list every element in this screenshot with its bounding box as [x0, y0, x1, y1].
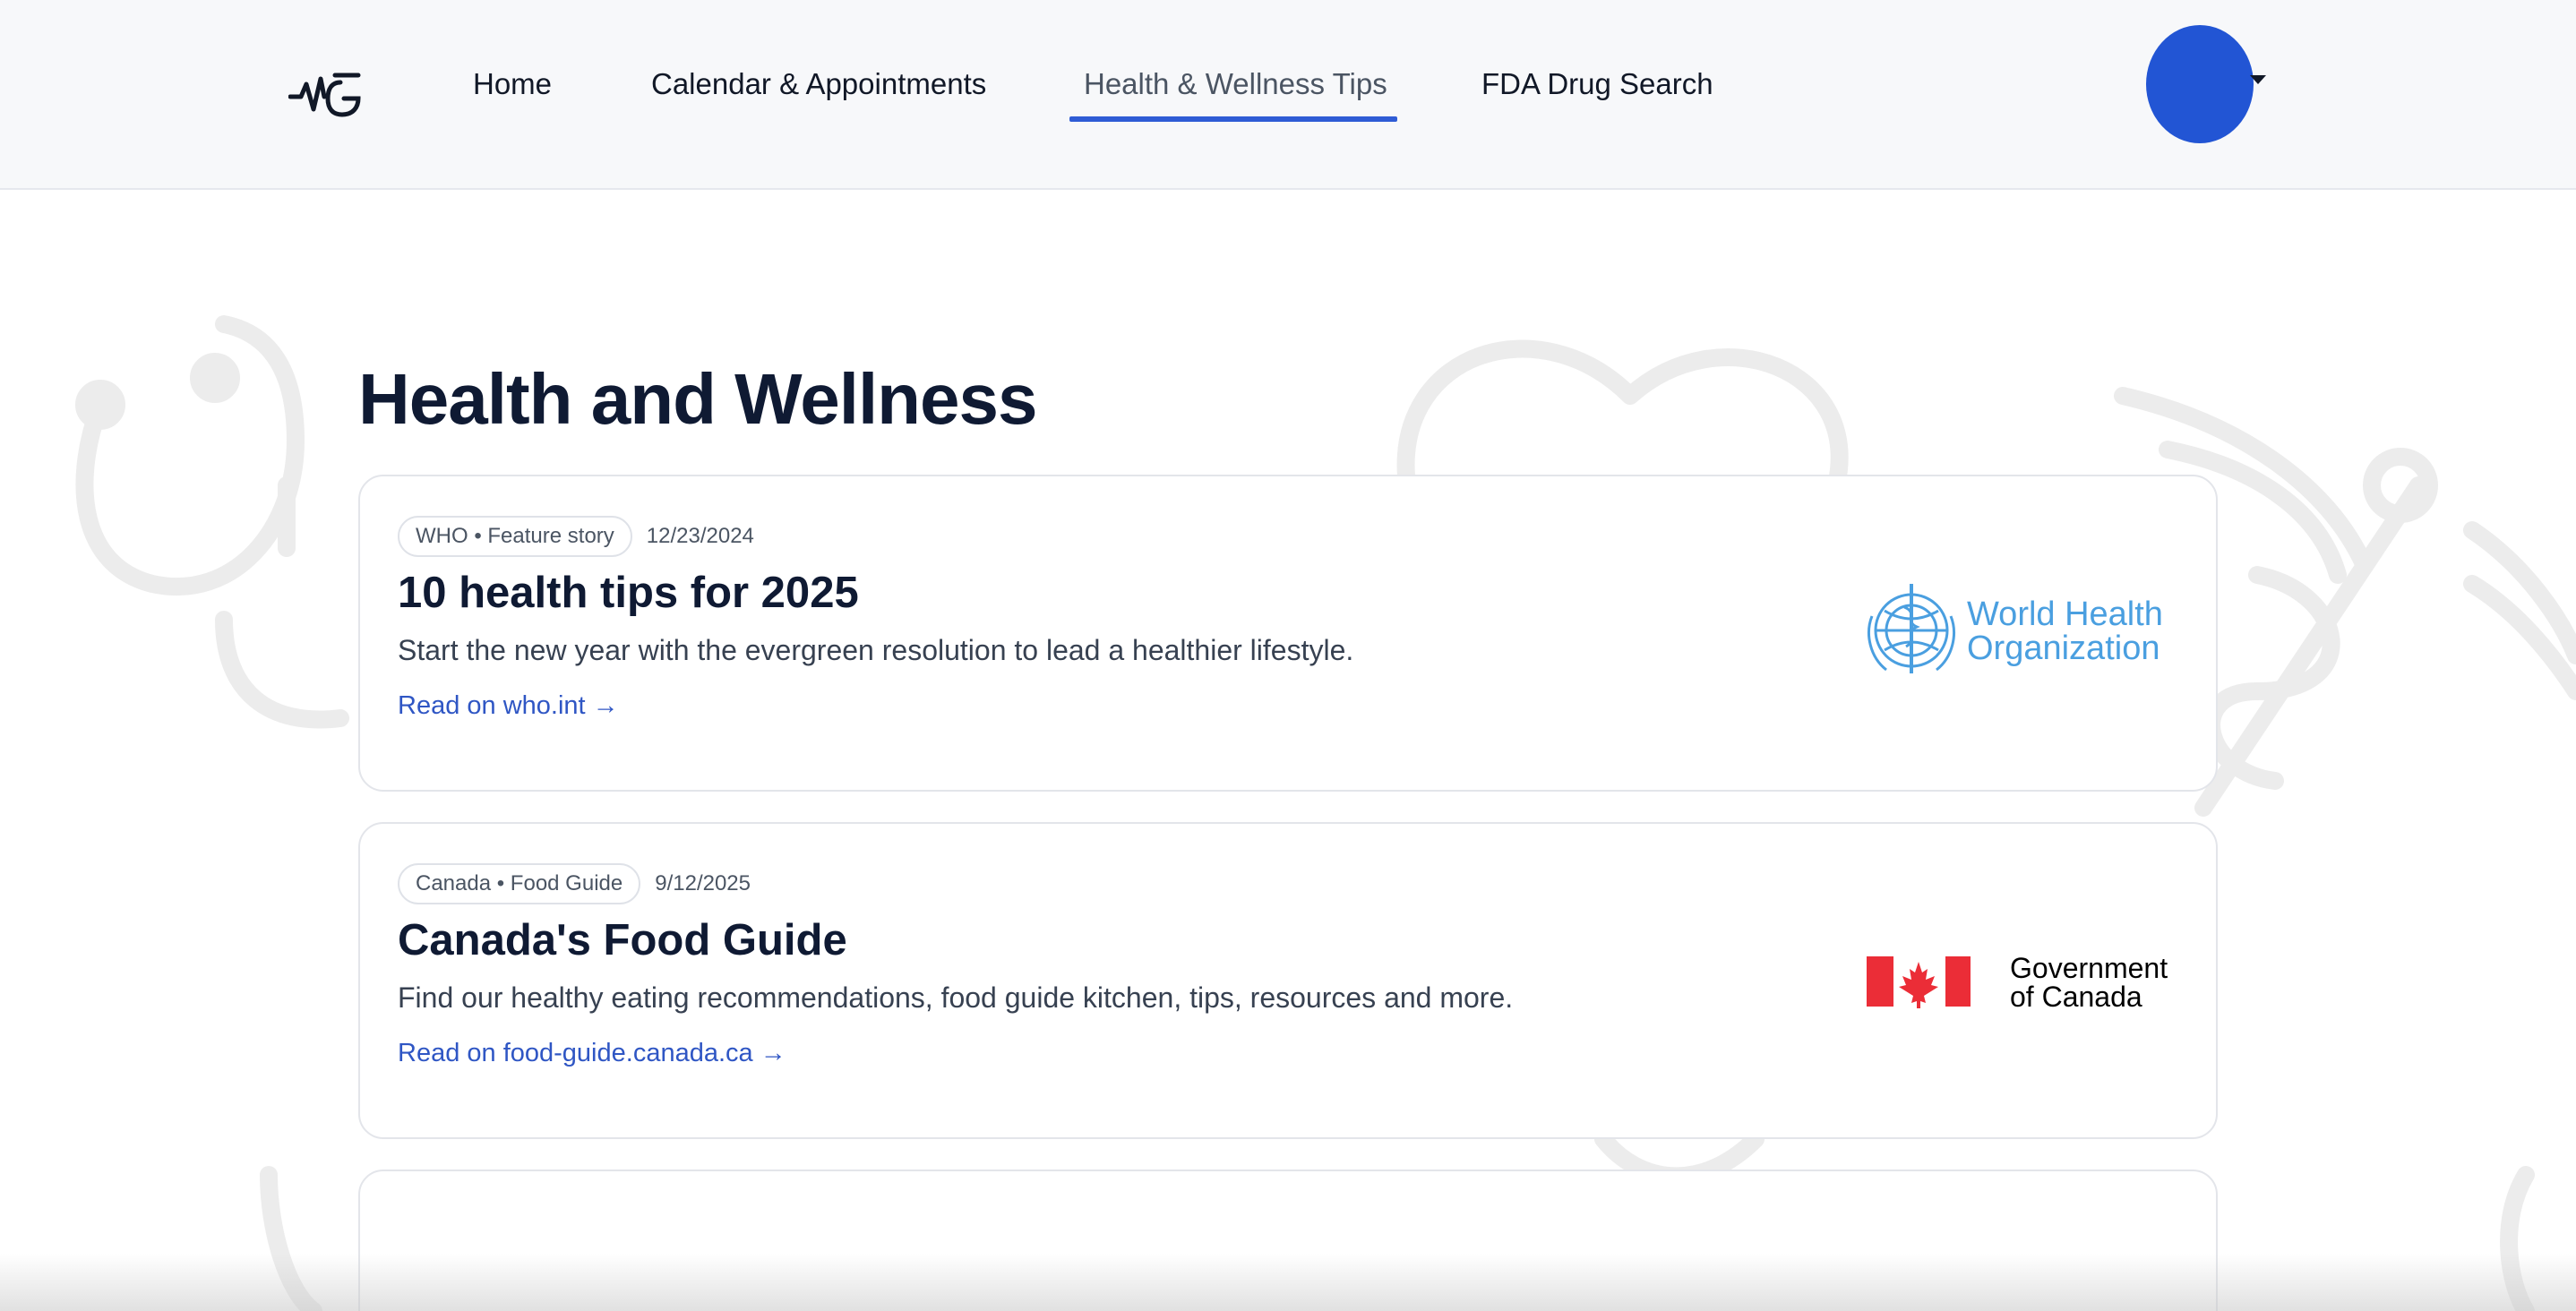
active-tab-indicator [1069, 116, 1397, 122]
card-description: Find our healthy eating recommendations,… [398, 981, 1514, 1014]
who-logo-icon: World Health Organization [1868, 584, 2163, 673]
card-description: Start the new year with the evergreen re… [398, 634, 1354, 666]
card-title: Canada's Food Guide [398, 916, 847, 964]
article-card-who: WHO • Feature story 12/23/2024 10 health… [358, 475, 2218, 792]
nav-health-wellness-tips[interactable]: Health & Wellness Tips [1084, 64, 1387, 104]
svg-text:Government: Government [2010, 952, 2168, 984]
bottom-edge-shadow [0, 1254, 2576, 1311]
card-meta: WHO • Feature story 12/23/2024 [398, 516, 754, 557]
nav-home[interactable]: Home [473, 64, 552, 104]
government-of-canada-logo-icon: Government of Canada [1867, 952, 2168, 1013]
card-meta: Canada • Food Guide 9/12/2025 [398, 863, 751, 904]
read-on-canada-link[interactable]: Read on food-guide.canada.ca → [398, 1039, 786, 1068]
top-navbar: Home Calendar & Appointments Health & We… [0, 0, 2576, 190]
stethoscope-icon [75, 315, 349, 729]
source-badge: Canada • Food Guide [398, 863, 641, 904]
read-on-who-link[interactable]: Read on who.int → [398, 691, 619, 721]
svg-text:Organization: Organization [1967, 630, 2160, 667]
app-logo-icon[interactable] [288, 63, 365, 120]
article-card-canada: Canada • Food Guide 9/12/2025 Canada's F… [358, 822, 2218, 1139]
svg-text:World Health: World Health [1967, 596, 2163, 633]
user-avatar[interactable] [2146, 25, 2254, 143]
page-title: Health and Wellness [358, 359, 1038, 439]
caret-down-icon[interactable] [2250, 75, 2266, 84]
card-title: 10 health tips for 2025 [398, 569, 859, 617]
nav-calendar-appointments[interactable]: Calendar & Appointments [651, 64, 986, 104]
svg-text:of Canada: of Canada [2010, 981, 2142, 1013]
source-badge: WHO • Feature story [398, 516, 632, 557]
card-date: 12/23/2024 [646, 524, 754, 548]
nav-fda-drug-search[interactable]: FDA Drug Search [1481, 64, 1713, 104]
card-date: 9/12/2025 [655, 871, 751, 895]
heart-icon [1396, 339, 1849, 494]
